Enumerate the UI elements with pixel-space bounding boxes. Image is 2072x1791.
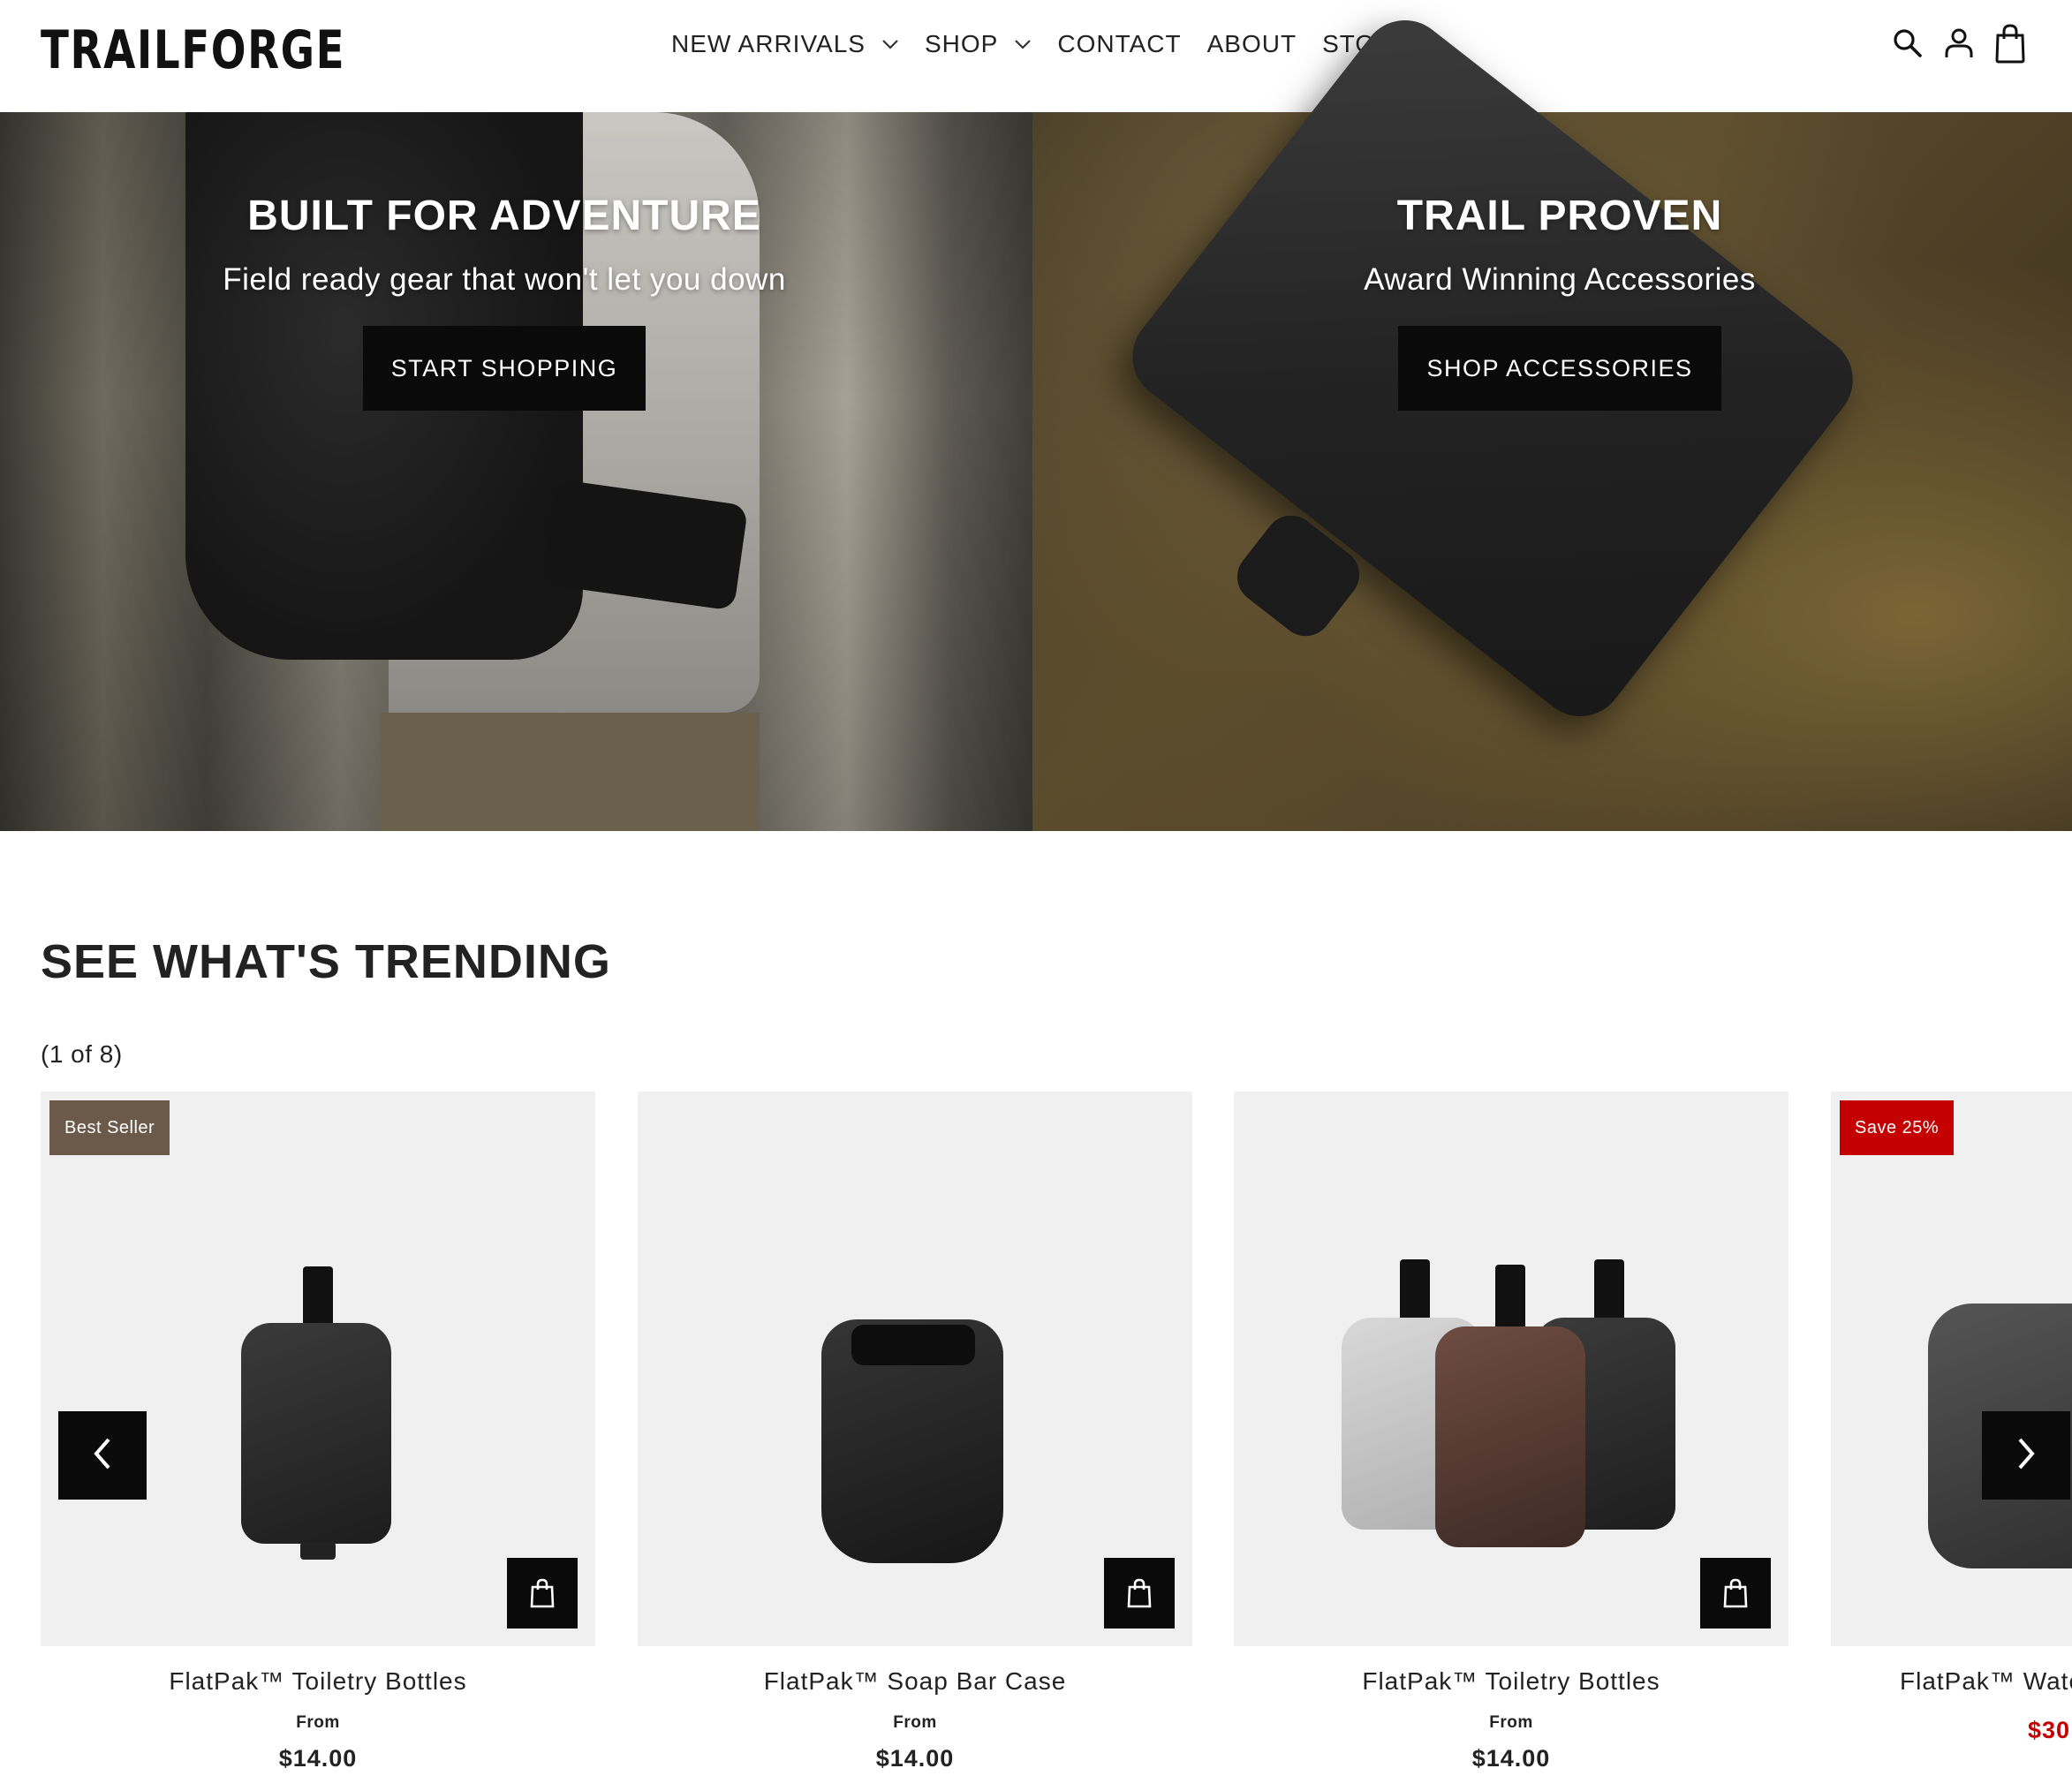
quick-add-button[interactable] xyxy=(1700,1558,1771,1629)
nav-item-label: NEW ARRIVALS xyxy=(671,30,866,57)
nav-item-contact[interactable]: CONTACT xyxy=(1057,30,1181,58)
site-header: TRAILFORGE NEW ARRIVALS SHOP CONTACT ABO… xyxy=(0,0,2072,112)
bottle-shape xyxy=(241,1323,391,1544)
quick-add-button[interactable] xyxy=(1104,1558,1175,1629)
start-shopping-button[interactable]: START SHOPPING xyxy=(362,326,647,411)
chevron-left-icon xyxy=(91,1436,114,1476)
nav-item-shop[interactable]: SHOP xyxy=(925,30,1032,58)
price-prefix: From xyxy=(893,1713,937,1732)
hero-banner: BUILT FOR ADVENTURE Field ready gear tha… xyxy=(0,2,2072,831)
nav-item-new-arrivals[interactable]: NEW ARRIVALS xyxy=(671,30,899,58)
carousel-prev-button[interactable] xyxy=(58,1411,147,1500)
product-name[interactable]: FlatPak™ Soap Bar Case xyxy=(638,1667,1192,1696)
hero-pants-shape xyxy=(380,713,760,831)
carousel-counter: (1 of 8) xyxy=(41,1040,123,1068)
price-prefix: From xyxy=(296,1713,340,1732)
section-title: SEE WHAT'S TRENDING xyxy=(41,935,611,988)
product-image[interactable]: Save 25% xyxy=(1831,1092,2072,1646)
hero-left-content: BUILT FOR ADVENTURE Field ready gear tha… xyxy=(107,183,902,411)
nav-item-label: CONTACT xyxy=(1057,30,1182,57)
soap-case-buckle xyxy=(851,1325,975,1365)
product-image[interactable]: Best Seller xyxy=(41,1092,595,1646)
product-name[interactable]: FlatPak™ Toiletry Bottles xyxy=(1234,1667,1788,1696)
shop-accessories-button[interactable]: SHOP ACCESSORIES xyxy=(1398,326,1721,411)
hero-right-content: TRAIL PROVEN Award Winning Accessories S… xyxy=(1162,183,1957,411)
brand-logo[interactable]: TRAILFORGE xyxy=(41,19,345,81)
hero-right-title: TRAIL PROVEN xyxy=(1396,193,1723,239)
product-price: $14.00 xyxy=(1471,1745,1551,1772)
account-icon[interactable] xyxy=(1940,21,1978,65)
product-name[interactable]: FlatPak™ Wate xyxy=(1831,1667,2072,1696)
cart-icon[interactable] xyxy=(1991,21,2030,65)
product-name[interactable]: FlatPak™ Toiletry Bottles xyxy=(41,1667,595,1696)
chevron-right-icon xyxy=(2015,1436,2038,1476)
search-icon[interactable] xyxy=(1888,21,1927,65)
hero-left-title: BUILT FOR ADVENTURE xyxy=(247,193,761,239)
product-price: $14.00 xyxy=(875,1745,955,1772)
quick-add-button[interactable] xyxy=(507,1558,578,1629)
best-seller-badge: Best Seller xyxy=(49,1100,170,1155)
sale-badge: Save 25% xyxy=(1840,1100,1955,1155)
product-price: $30 xyxy=(2028,1717,2071,1743)
hero-left-subtitle: Field ready gear that won't let you down xyxy=(223,262,786,297)
chevron-down-icon xyxy=(1014,39,1032,49)
nav-item-label: ABOUT xyxy=(1206,30,1297,57)
bottle-shape-brown xyxy=(1435,1326,1585,1547)
product-image[interactable] xyxy=(638,1092,1192,1646)
hero-right-subtitle: Award Winning Accessories xyxy=(1364,262,1756,297)
product-price: $14.00 xyxy=(278,1745,358,1772)
price-prefix: From xyxy=(1489,1713,1533,1732)
main-nav: NEW ARRIVALS SHOP CONTACT ABOUT STORIES xyxy=(671,26,1462,62)
chevron-down-icon xyxy=(881,39,899,49)
nav-item-label: SHOP xyxy=(924,30,999,57)
bottle-cap xyxy=(300,1542,336,1560)
header-actions xyxy=(1876,21,2030,65)
carousel-next-button[interactable] xyxy=(1982,1411,2070,1500)
product-card[interactable]: FlatPak™ Toiletry Bottles From $14.00 xyxy=(1234,1092,1788,1772)
storefront-page: TRAILFORGE NEW ARRIVALS SHOP CONTACT ABO… xyxy=(0,0,2072,1791)
product-image[interactable] xyxy=(1234,1092,1788,1646)
nav-item-about[interactable]: ABOUT xyxy=(1207,30,1297,58)
product-card[interactable]: FlatPak™ Soap Bar Case From $14.00 xyxy=(638,1092,1192,1772)
